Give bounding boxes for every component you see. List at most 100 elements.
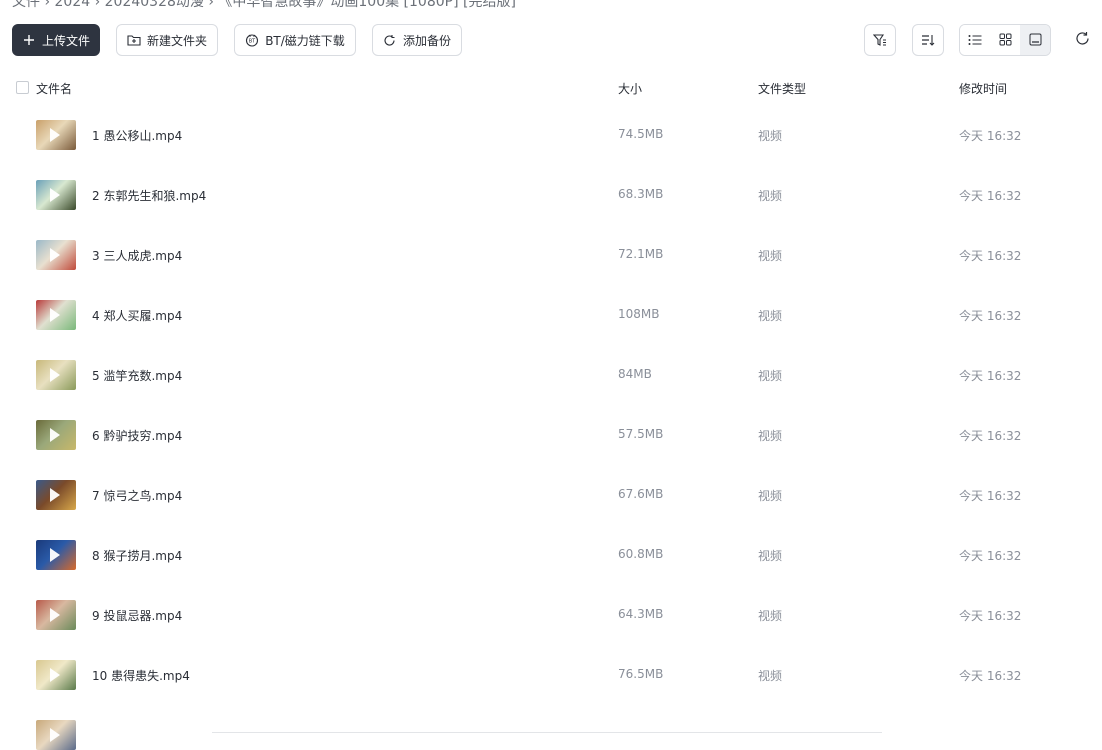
video-thumbnail[interactable] — [36, 480, 76, 510]
file-row[interactable]: 9 投鼠忌器.mp4 64.3MB 视频 今天 16:32 — [0, 585, 1102, 645]
file-name[interactable]: 3 三人成虎.mp4 — [92, 247, 182, 264]
video-thumbnail[interactable] — [36, 240, 76, 270]
file-row[interactable]: 6 黔驴技穷.mp4 57.5MB 视频 今天 16:32 — [0, 405, 1102, 465]
play-icon — [50, 668, 60, 682]
file-size: 72.1MB — [618, 247, 664, 261]
bt-download-button-label: BT/磁力链下载 — [265, 33, 345, 48]
file-modified: 今天 16:32 — [959, 249, 1022, 263]
file-name[interactable]: 10 患得患失.mp4 — [92, 667, 190, 684]
play-icon — [50, 428, 60, 442]
file-modified: 今天 16:32 — [959, 429, 1022, 443]
refresh-icon — [1075, 31, 1090, 50]
column-header-type[interactable]: 文件类型 — [758, 80, 806, 97]
add-backup-button[interactable]: 添加备份 — [372, 24, 462, 56]
file-size: 64.3MB — [618, 607, 664, 621]
file-type: 视频 — [758, 609, 783, 623]
sync-icon — [383, 33, 397, 47]
file-type: 视频 — [758, 309, 783, 323]
file-type: 视频 — [758, 249, 783, 263]
video-thumbnail[interactable] — [36, 120, 76, 150]
video-thumbnail[interactable] — [36, 720, 76, 750]
file-row[interactable]: 7 惊弓之鸟.mp4 67.6MB 视频 今天 16:32 — [0, 465, 1102, 525]
file-type: 视频 — [758, 189, 783, 203]
play-icon — [50, 308, 60, 322]
play-icon — [50, 728, 60, 742]
file-row[interactable]: 2 东郭先生和狼.mp4 68.3MB 视频 今天 16:32 — [0, 165, 1102, 225]
column-header-modified[interactable]: 修改时间 — [959, 80, 1007, 97]
play-icon — [50, 488, 60, 502]
upload-button[interactable]: 上传文件 — [12, 24, 100, 56]
file-size: 84MB — [618, 367, 652, 381]
play-icon — [50, 128, 60, 142]
add-backup-button-label: 添加备份 — [402, 33, 451, 48]
sort-button[interactable] — [912, 24, 944, 56]
file-type: 视频 — [758, 129, 783, 143]
grid-view-button[interactable] — [990, 25, 1020, 55]
sort-icon — [921, 33, 935, 47]
file-size: 74.5MB — [618, 127, 664, 141]
play-icon — [50, 188, 60, 202]
file-modified: 今天 16:32 — [959, 489, 1022, 503]
list-icon — [968, 31, 982, 50]
file-row[interactable]: 3 三人成虎.mp4 72.1MB 视频 今天 16:32 — [0, 225, 1102, 285]
filter-icon — [873, 33, 887, 47]
list-view-button[interactable] — [960, 25, 990, 55]
file-row[interactable]: 8 猴子捞月.mp4 60.8MB 视频 今天 16:32 — [0, 525, 1102, 585]
file-size: 57.5MB — [618, 427, 664, 441]
file-name[interactable]: 5 滥竽充数.mp4 — [92, 367, 182, 384]
column-header-name[interactable]: 文件名 — [36, 80, 72, 97]
new-folder-button[interactable]: 新建文件夹 — [116, 24, 218, 56]
video-thumbnail[interactable] — [36, 600, 76, 630]
select-all-checkbox[interactable] — [16, 81, 29, 94]
file-row[interactable]: 10 患得患失.mp4 76.5MB 视频 今天 16:32 — [0, 645, 1102, 705]
video-thumbnail[interactable] — [36, 300, 76, 330]
file-modified: 今天 16:32 — [959, 549, 1022, 563]
plus-icon — [22, 33, 36, 47]
file-row[interactable]: 5 滥竽充数.mp4 84MB 视频 今天 16:32 — [0, 345, 1102, 405]
file-size: 67.6MB — [618, 487, 664, 501]
file-name[interactable]: 4 郑人买履.mp4 — [92, 307, 182, 324]
file-modified: 今天 16:32 — [959, 609, 1022, 623]
file-size: 76.5MB — [618, 667, 664, 681]
file-name[interactable]: 8 猴子捞月.mp4 — [92, 547, 182, 564]
column-header-size[interactable]: 大小 — [618, 80, 642, 97]
file-name[interactable]: 7 惊弓之鸟.mp4 — [92, 487, 182, 504]
video-thumbnail[interactable] — [36, 660, 76, 690]
file-size: 68.3MB — [618, 187, 664, 201]
video-thumbnail[interactable] — [36, 540, 76, 570]
folder-plus-icon — [127, 33, 141, 47]
image-icon — [1029, 31, 1042, 50]
file-size: 108MB — [618, 307, 660, 321]
preview-view-button[interactable] — [1020, 25, 1050, 55]
file-modified: 今天 16:32 — [959, 129, 1022, 143]
file-type: 视频 — [758, 489, 783, 503]
file-row[interactable]: 1 愚公移山.mp4 74.5MB 视频 今天 16:32 — [0, 105, 1102, 165]
toolbar: 上传文件 新建文件夹 BT BT/磁力链下载 添加备份 — [0, 0, 1102, 80]
file-modified: 今天 16:32 — [959, 369, 1022, 383]
refresh-button[interactable] — [1072, 30, 1092, 50]
file-table-header: 文件名 大小 文件类型 修改时间 — [0, 72, 1102, 104]
file-name[interactable]: 9 投鼠忌器.mp4 — [92, 607, 182, 624]
file-list: 1 愚公移山.mp4 74.5MB 视频 今天 16:32 2 东郭先生和狼.mp4 68… — [0, 105, 1102, 750]
svg-text:BT: BT — [249, 39, 256, 45]
play-icon — [50, 248, 60, 262]
file-modified: 今天 16:32 — [959, 309, 1022, 323]
video-thumbnail[interactable] — [36, 360, 76, 390]
bt-download-button[interactable]: BT BT/磁力链下载 — [234, 24, 356, 56]
file-name[interactable]: 1 愚公移山.mp4 — [92, 127, 182, 144]
upload-button-label: 上传文件 — [41, 33, 90, 48]
video-thumbnail[interactable] — [36, 180, 76, 210]
filter-button[interactable] — [864, 24, 896, 56]
new-folder-button-label: 新建文件夹 — [146, 33, 207, 48]
file-modified: 今天 16:32 — [959, 189, 1022, 203]
file-name[interactable]: 6 黔驴技穷.mp4 — [92, 427, 182, 444]
file-row[interactable]: 4 郑人买履.mp4 108MB 视频 今天 16:32 — [0, 285, 1102, 345]
file-size: 60.8MB — [618, 547, 664, 561]
play-icon — [50, 608, 60, 622]
play-icon — [50, 548, 60, 562]
view-mode-switch — [959, 24, 1051, 56]
video-thumbnail[interactable] — [36, 420, 76, 450]
play-icon — [50, 368, 60, 382]
file-name[interactable]: 2 东郭先生和狼.mp4 — [92, 187, 206, 204]
file-type: 视频 — [758, 549, 783, 563]
